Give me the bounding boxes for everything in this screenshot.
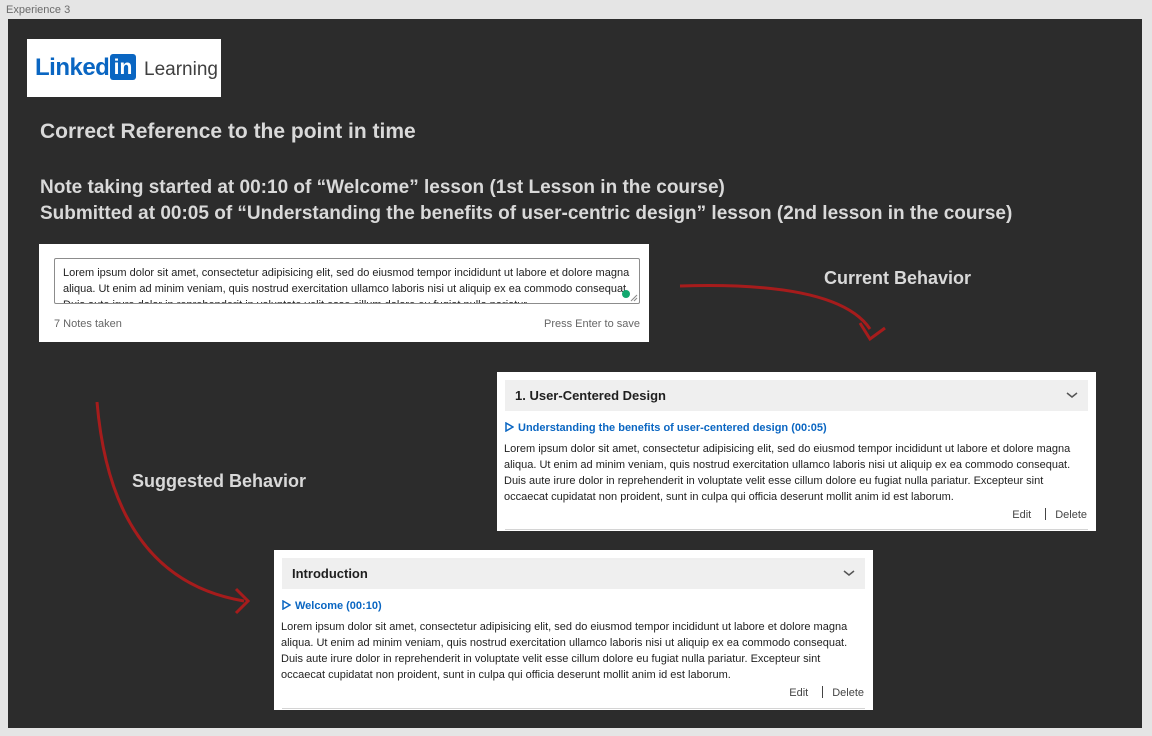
note-body: Lorem ipsum dolor sit amet, consectetur …	[504, 443, 1071, 503]
chevron-down-icon[interactable]	[843, 569, 855, 577]
current-behavior-arrow	[679, 284, 872, 330]
section-title: Introduction	[292, 566, 368, 581]
play-icon	[282, 600, 291, 610]
note-actions: Edit Delete	[1012, 508, 1087, 521]
suggested-note-card: Introduction Welcome (00:10) Lorem ipsum…	[274, 550, 873, 710]
design-canvas: Linked in Learning Correct Reference to …	[8, 19, 1142, 728]
suggested-behavior-arrow	[95, 401, 245, 603]
card-divider	[282, 708, 865, 709]
note-actions: Edit Delete	[789, 686, 864, 699]
video-link-text: Welcome (00:10)	[295, 600, 382, 612]
play-icon	[505, 422, 514, 432]
edit-button[interactable]: Edit	[1012, 509, 1031, 521]
frame-label: Experience 3	[6, 4, 71, 16]
note-body: Lorem ipsum dolor sit amet, consectetur …	[281, 621, 848, 681]
chevron-down-icon[interactable]	[1066, 391, 1078, 399]
section-title: 1. User-Centered Design	[515, 388, 666, 403]
delete-button[interactable]: Delete	[832, 687, 864, 699]
video-timestamp-link[interactable]: Understanding the benefits of user-cente…	[505, 422, 827, 434]
delete-button[interactable]: Delete	[1055, 509, 1087, 521]
video-link-text: Understanding the benefits of user-cente…	[518, 422, 827, 434]
divider	[1045, 508, 1047, 520]
card-header[interactable]: 1. User-Centered Design	[505, 380, 1088, 411]
divider	[822, 686, 824, 698]
video-timestamp-link[interactable]: Welcome (00:10)	[282, 600, 382, 612]
current-arrowhead-icon	[858, 322, 886, 342]
edit-button[interactable]: Edit	[789, 687, 808, 699]
card-header[interactable]: Introduction	[282, 558, 865, 589]
card-divider	[505, 529, 1088, 530]
current-note-card: 1. User-Centered Design Understanding th…	[497, 372, 1096, 531]
